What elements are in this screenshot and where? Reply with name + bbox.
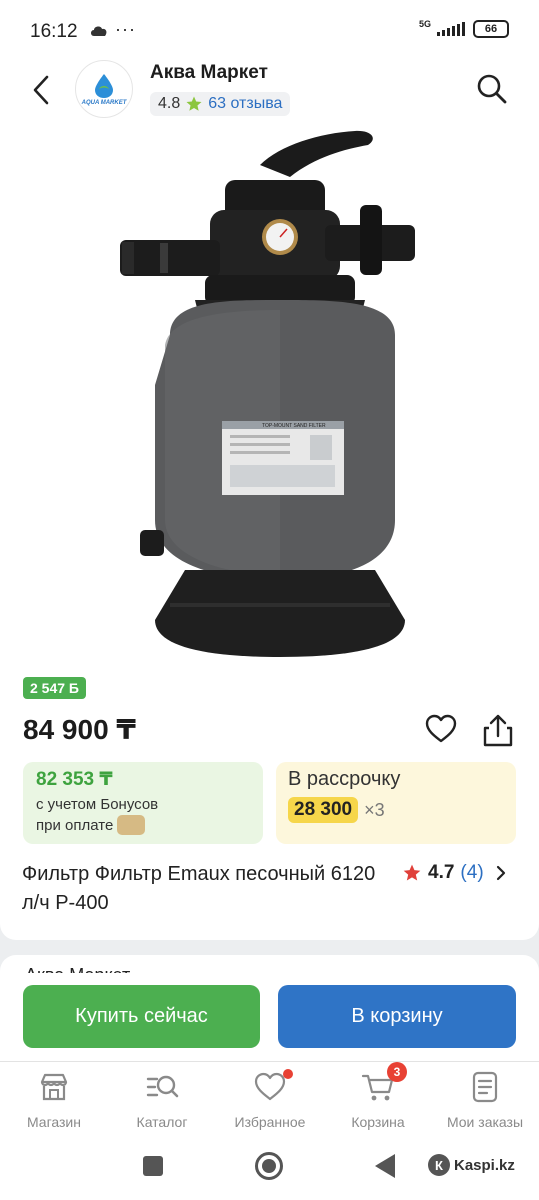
orders-icon [468, 1070, 502, 1104]
chevron-right-icon [496, 865, 505, 881]
bottom-tab-bar: Магазин Каталог Избранное 3 Корзина Мои … [0, 1061, 539, 1139]
shop-name[interactable]: Аква Маркет [150, 62, 268, 84]
kaspi-brand-text: Kaspi.kz [454, 1156, 515, 1174]
tab-orders[interactable]: Мои заказы [431, 1062, 539, 1140]
tab-favorites[interactable]: Избранное [216, 1062, 324, 1140]
shop-logo[interactable]: AQUA MARKET [75, 60, 133, 118]
back-button[interactable] [24, 70, 58, 110]
heart-icon [253, 1069, 293, 1104]
heart-icon [425, 714, 457, 743]
installment-row: 28 300 ×3 [288, 797, 504, 823]
installment-times: ×3 [364, 799, 385, 820]
product-card: TOP-MOUNT SAND FILTER 2 547 Б 84 900 ₸ 8… [0, 120, 539, 940]
status-time: 16:12 [30, 21, 78, 42]
reviews-link[interactable]: 63 отзыва [208, 95, 282, 113]
status-more-icon: ··· [115, 19, 136, 39]
bonus-price-box[interactable]: 82 353 ₸ с учетом Бонусов при оплате [23, 762, 263, 844]
store-icon [37, 1070, 71, 1104]
tab-label: Магазин [26, 1114, 81, 1130]
bonus-price: 82 353 ₸ [36, 769, 113, 790]
kaspi-brand: К Kaspi.kz [428, 1154, 515, 1176]
bonus-note-2: при оплате [36, 816, 114, 834]
product-image[interactable]: TOP-MOUNT SAND FILTER [110, 125, 430, 665]
battery-level: 66 [484, 23, 498, 35]
cart-count-badge: 3 [387, 1062, 407, 1082]
shop-rating-value: 4.8 [158, 95, 181, 112]
cart-icon: 3 [361, 1062, 407, 1104]
network-label: 5G [418, 19, 431, 29]
action-bar: Купить сейчас В корзину [0, 973, 539, 1061]
star-icon [186, 96, 202, 111]
installment-title: В рассрочку [288, 768, 401, 790]
bonus-note-1: с учетом Бонусов [36, 796, 159, 813]
shop-rating[interactable]: 4.8 63 отзыва [150, 92, 291, 116]
battery-icon: 66 [473, 20, 509, 38]
share-icon [483, 714, 513, 747]
kaspi-gold-icon [117, 815, 146, 835]
cloud-icon [91, 26, 107, 36]
favorite-button[interactable] [424, 712, 458, 746]
status-bar: 16:12 ··· 5G 66 [0, 0, 539, 60]
tab-label: Каталог [136, 1114, 188, 1130]
system-nav-bar: К Kaspi.kz [0, 1139, 539, 1200]
product-rating[interactable]: 4.7 (4) [402, 862, 506, 884]
water-drop-icon [95, 73, 113, 98]
search-button[interactable] [475, 72, 509, 106]
star-icon [403, 864, 421, 881]
add-to-cart-button[interactable]: В корзину [278, 985, 516, 1048]
tab-label: Мои заказы [446, 1114, 524, 1130]
bonus-note-2-row: при оплате [36, 815, 250, 836]
product-title: Фильтр Фильтр Emaux песочный 6120 л/ч P-… [22, 863, 376, 914]
installment-amount: 28 300 [288, 797, 359, 823]
catalog-icon [145, 1070, 179, 1104]
recent-apps-button[interactable] [143, 1156, 163, 1176]
home-button[interactable] [255, 1152, 283, 1180]
system-back-button[interactable] [375, 1154, 395, 1178]
kaspi-logo-icon: К [428, 1154, 450, 1176]
product-price: 84 900 ₸ [23, 714, 136, 745]
signal-icon [437, 22, 465, 36]
buy-now-button[interactable]: Купить сейчас [23, 985, 260, 1048]
tab-catalog[interactable]: Каталог [108, 1062, 216, 1140]
search-icon [477, 74, 507, 104]
tank-label-text: TOP-MOUNT SAND FILTER [262, 423, 326, 429]
tab-label: Избранное [234, 1114, 306, 1130]
tab-label: Корзина [351, 1114, 405, 1130]
notification-dot [283, 1069, 293, 1079]
tab-cart[interactable]: 3 Корзина [324, 1062, 432, 1140]
installment-box[interactable]: В рассрочку 28 300 ×3 [276, 762, 516, 844]
chevron-left-icon [33, 75, 49, 105]
product-rating-score: 4.7 [428, 862, 455, 883]
bonus-badge: 2 547 Б [23, 677, 86, 699]
share-button[interactable] [481, 712, 515, 748]
product-rating-count: (4) [460, 862, 484, 883]
shop-logo-text: AQUA MARKET [81, 99, 127, 106]
tab-store[interactable]: Магазин [0, 1062, 108, 1140]
shop-header: AQUA MARKET Аква Маркет 4.8 63 отзыва [0, 60, 539, 120]
